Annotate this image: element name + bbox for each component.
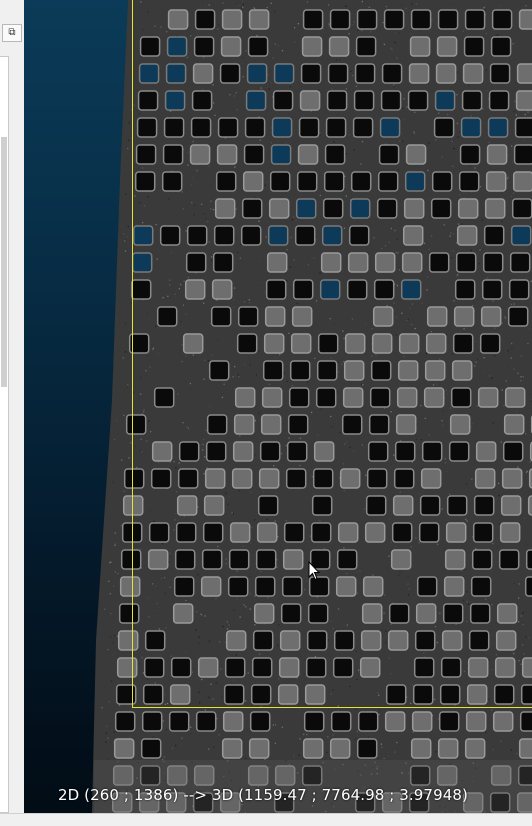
3d-viewport[interactable]: 2D (260 ; 1386) --> 3D (1159.47 ; 7764.9… bbox=[24, 0, 532, 813]
side-panel-scrollbar[interactable] bbox=[1, 137, 7, 387]
restore-window-icon[interactable]: ⧉ bbox=[2, 24, 22, 42]
status-strip bbox=[0, 813, 532, 826]
coordinate-3d: 3D (1159.47 ; 7764.98 ; 3.97948) bbox=[212, 786, 468, 804]
coordinate-2d: 2D (260 ; 1386) bbox=[58, 786, 178, 804]
coordinate-arrow: --> bbox=[183, 786, 207, 804]
point-cloud bbox=[24, 0, 532, 813]
left-dock-strip: ⧉ bbox=[0, 0, 25, 825]
coordinate-readout: 2D (260 ; 1386) --> 3D (1159.47 ; 7764.9… bbox=[58, 786, 468, 804]
arrow-cursor-icon bbox=[308, 561, 320, 581]
side-panel-edge bbox=[0, 56, 9, 813]
